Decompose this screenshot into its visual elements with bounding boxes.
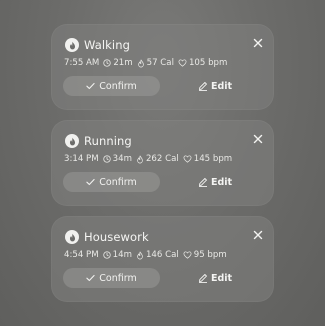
confirm-button[interactable]: Confirm [63,172,160,192]
confirm-label: Confirm [99,80,137,92]
edit-button[interactable]: Edit [198,79,232,93]
card-title-row: Walking [65,37,130,53]
activity-card: Running 3:14 PM 34m 262 Cal 145 bpm Conf… [51,120,274,206]
duration-stat: 34m [102,154,132,164]
edit-label: Edit [211,176,233,188]
activity-title: Housework [84,230,149,244]
confirm-button[interactable]: Confirm [63,268,160,288]
activity-time: 7:55 AM [64,58,100,68]
calories-value: 262 Cal [145,154,179,164]
edit-button[interactable]: Edit [198,271,232,285]
flame-icon [65,38,79,52]
close-icon[interactable] [251,228,265,242]
calories-stat: 146 Cal [136,250,179,260]
checkmark-icon [86,178,95,186]
heart-icon [183,155,192,163]
clock-icon [102,155,111,163]
activity-card: Housework 4:54 PM 14m 146 Cal 95 bpm Con… [51,216,274,302]
activity-time: 3:14 PM [64,154,99,164]
heart-rate-value: 95 bpm [193,250,227,260]
flame-outline-icon [137,155,143,163]
activity-stats: 7:55 AM 21m 57 Cal 105 bpm [64,57,231,69]
heart-icon [178,59,187,67]
activity-title: Running [84,134,132,148]
duration-value: 14m [112,250,132,260]
close-icon[interactable] [251,36,265,50]
duration-stat: 21m [103,58,133,68]
flame-icon [65,230,79,244]
card-title-row: Running [65,133,132,149]
pencil-icon [199,82,207,91]
activity-card: Walking 7:55 AM 21m 57 Cal 105 bpm Confi… [51,24,274,110]
clock-icon [102,251,111,259]
card-title-row: Housework [65,229,149,245]
duration-value: 34m [112,154,132,164]
heart-rate-stat: 105 bpm [178,58,227,68]
heart-rate-stat: 145 bpm [183,154,232,164]
clock-icon [103,59,112,67]
confirm-label: Confirm [99,272,137,284]
duration-stat: 14m [102,250,132,260]
confirm-button[interactable]: Confirm [63,76,160,96]
pencil-icon [199,274,207,283]
heart-rate-stat: 95 bpm [183,250,227,260]
activity-stats: 4:54 PM 14m 146 Cal 95 bpm [64,249,231,261]
activity-stats: 3:14 PM 34m 262 Cal 145 bpm [64,153,236,165]
duration-value: 21m [113,58,133,68]
flame-outline-icon [137,251,143,259]
checkmark-icon [86,82,95,90]
close-icon[interactable] [251,132,265,146]
calories-value: 57 Cal [146,58,174,68]
heart-rate-value: 105 bpm [188,58,228,68]
heart-rate-value: 145 bpm [193,154,233,164]
checkmark-icon [86,274,95,282]
edit-button[interactable]: Edit [198,175,232,189]
pencil-icon [199,178,207,187]
activity-title: Walking [84,38,131,52]
edit-label: Edit [211,80,233,92]
flame-icon [65,134,79,148]
edit-label: Edit [211,272,233,284]
calories-value: 146 Cal [145,250,179,260]
calories-stat: 262 Cal [136,154,179,164]
calories-stat: 57 Cal [137,58,174,68]
flame-outline-icon [137,59,144,67]
heart-icon [183,251,192,259]
confirm-label: Confirm [99,176,137,188]
activity-time: 4:54 PM [64,250,99,260]
